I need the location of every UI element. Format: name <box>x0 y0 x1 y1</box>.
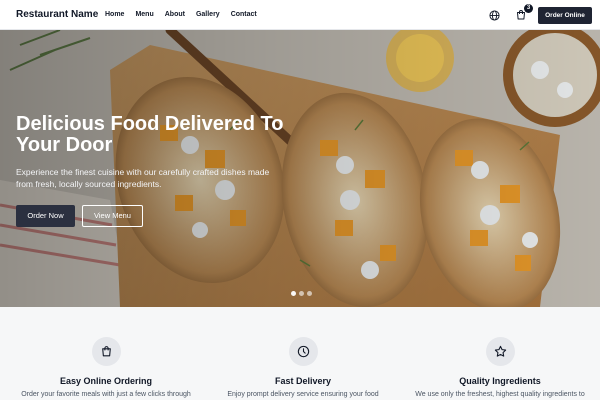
feature-description: We use only the freshest, highest qualit… <box>415 391 585 398</box>
feature-title: Easy Online Ordering <box>59 376 153 386</box>
cart-count-badge: 3 <box>524 4 533 13</box>
nav-links: Home Menu About Gallery Contact <box>105 11 268 18</box>
star-icon <box>486 337 515 366</box>
features-section: Easy Online Ordering Order your favorite… <box>0 307 600 400</box>
shopping-bag-icon <box>92 337 121 366</box>
hero-section: Delicious Food Delivered To Your Door Ex… <box>0 30 600 307</box>
hero-subtitle: Experience the finest cuisine with our c… <box>16 167 270 189</box>
order-now-button[interactable]: Order Now <box>16 205 75 227</box>
carousel-dot-1[interactable] <box>291 291 296 296</box>
order-online-button[interactable]: Order Online <box>538 7 592 24</box>
feature-description: Order your favorite meals with just a fe… <box>21 391 191 398</box>
navbar: Restaurant Name Home Menu About Gallery … <box>0 0 600 30</box>
nav-link-contact[interactable]: Contact <box>231 11 257 18</box>
brand-logo[interactable]: Restaurant Name <box>16 9 98 20</box>
hero-title: Delicious Food Delivered To Your Door <box>16 113 284 156</box>
feature-title: Fast Delivery <box>274 376 332 386</box>
globe-icon[interactable] <box>489 10 500 21</box>
carousel-dot-3[interactable] <box>307 291 312 296</box>
carousel-dot-2[interactable] <box>299 291 304 296</box>
feature-description: Enjoy prompt delivery service ensuring y… <box>227 391 379 398</box>
clock-icon <box>289 337 318 366</box>
nav-link-menu[interactable]: Menu <box>135 11 153 18</box>
nav-link-home[interactable]: Home <box>105 11 124 18</box>
feature-title: Quality Ingredients <box>459 376 541 386</box>
carousel-indicators <box>291 291 312 296</box>
view-menu-button[interactable]: View Menu <box>82 205 143 227</box>
nav-link-about[interactable]: About <box>165 11 185 18</box>
nav-link-gallery[interactable]: Gallery <box>196 11 220 18</box>
